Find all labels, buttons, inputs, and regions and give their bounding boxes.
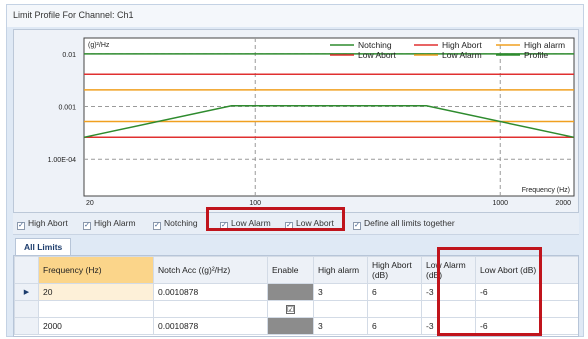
window-title: Limit Profile For Channel: Ch1: [13, 10, 134, 20]
table-corner[interactable]: [14, 256, 39, 284]
notching-option[interactable]: ✓ Notching: [153, 218, 198, 230]
tab-all-limits[interactable]: All Limits: [15, 238, 72, 255]
y-tick-label: 0.001: [58, 105, 76, 112]
high-abort-cell[interactable]: 6: [367, 283, 422, 301]
enable-cell[interactable]: [267, 283, 314, 301]
high-abort-label: High Abort: [28, 218, 68, 228]
low-alarm-cell[interactable]: [421, 300, 476, 318]
high-abort-option[interactable]: ✓ High Abort: [17, 218, 68, 230]
legend-label: Low Abort: [358, 50, 396, 60]
limit-profile-window: Limit Profile For Channel: Ch1 0.01 0.001…: [6, 4, 584, 337]
low-abort-label: Low Abort: [296, 218, 334, 228]
table-row[interactable]: ☑: [14, 300, 578, 318]
header-low-abort[interactable]: Low Abort (dB): [475, 256, 578, 284]
high-alarm-cell[interactable]: 3: [313, 317, 368, 335]
x-axis-label: Frequency (Hz): [522, 187, 570, 194]
legend-label: High Abort: [442, 40, 482, 50]
x-tick-label: 20: [86, 200, 94, 207]
frequency-cell[interactable]: [38, 300, 154, 318]
checkbox-icon[interactable]: ✓: [285, 222, 293, 230]
x-tick-label: 100: [249, 200, 261, 207]
high-alarm-label: High Alarm: [94, 218, 136, 228]
row-header: [14, 317, 39, 335]
y-tick-label: 0.01: [62, 52, 76, 59]
checkbox-icon[interactable]: ✓: [353, 222, 361, 230]
low-abort-cell[interactable]: -6: [475, 317, 578, 335]
row-header: [14, 300, 39, 318]
notch-acc-cell[interactable]: 0.0010878: [153, 283, 268, 301]
high-abort-cell[interactable]: 6: [367, 317, 422, 335]
x-tick-label: 1000: [492, 200, 508, 207]
low-abort-cell[interactable]: [475, 300, 578, 318]
notch-acc-cell[interactable]: 0.0010878: [153, 317, 268, 335]
limit-options-bar: ✓ High Abort ✓ High Alarm ✓ Notching ✓ Low A…: [13, 213, 579, 235]
x-tick-label: 2000: [555, 200, 571, 207]
high-alarm-cell[interactable]: 3: [313, 283, 368, 301]
y-tick-label: 1.00E-04: [48, 157, 77, 164]
notching-label: Notching: [164, 218, 198, 228]
high-abort-cell[interactable]: [367, 300, 422, 318]
header-low-alarm[interactable]: Low Alarm (dB): [421, 256, 476, 284]
high-alarm-option[interactable]: ✓ High Alarm: [83, 218, 136, 230]
low-abort-cell[interactable]: -6: [475, 283, 578, 301]
enable-cell[interactable]: ☑: [267, 300, 314, 318]
tab-strip: All Limits: [13, 237, 579, 255]
notch-acc-cell[interactable]: [153, 300, 268, 318]
low-abort-option[interactable]: ✓ Low Abort: [285, 218, 334, 230]
legend-label: Low Alarm: [442, 50, 482, 60]
checkbox-icon[interactable]: ✓: [153, 222, 161, 230]
checkbox-icon[interactable]: ✓: [220, 222, 228, 230]
header-high-abort[interactable]: High Abort (dB): [367, 256, 422, 284]
low-alarm-cell[interactable]: -3: [421, 317, 476, 335]
table-row[interactable]: 2000 0.0010878 3 6 -3 -6: [14, 317, 578, 335]
table-row[interactable]: ▶ 20 0.0010878 3 6 -3 -6: [14, 283, 578, 301]
high-alarm-cell[interactable]: [313, 300, 368, 318]
legend-label: High alarm: [524, 40, 565, 50]
header-frequency[interactable]: Frequency (Hz): [38, 256, 154, 284]
define-all-option[interactable]: ✓ Define all limits together: [353, 218, 455, 230]
legend-label: Profile: [524, 50, 548, 60]
header-high-alarm[interactable]: High alarm: [313, 256, 368, 284]
low-alarm-option[interactable]: ✓ Low Alarm: [220, 218, 271, 230]
enable-cell[interactable]: [267, 317, 314, 335]
y-axis-label: (g)²/Hz: [88, 42, 110, 49]
enable-checkbox-icon[interactable]: ☑: [286, 305, 295, 314]
header-notch-acc[interactable]: Notch Acc ((g)²/Hz): [153, 256, 268, 284]
legend-label: Notching: [358, 40, 392, 50]
plot-frame: 0.01 0.001 1.00E-04 20 100 1000 2000 (g)²/Hz Fre…: [13, 29, 579, 213]
low-alarm-label: Low Alarm: [231, 218, 271, 228]
checkbox-icon[interactable]: ✓: [83, 222, 91, 230]
define-all-label: Define all limits together: [364, 218, 455, 228]
frequency-cell[interactable]: 2000: [38, 317, 154, 335]
current-row-marker: ▶: [14, 283, 39, 301]
limits-table: Frequency (Hz) Notch Acc ((g)²/Hz) Enabl…: [13, 255, 579, 337]
table-header-row: Frequency (Hz) Notch Acc ((g)²/Hz) Enabl…: [14, 256, 578, 284]
limit-chart: 0.01 0.001 1.00E-04 20 100 1000 2000 (g)²/Hz Fre…: [48, 37, 575, 207]
low-alarm-cell[interactable]: -3: [421, 283, 476, 301]
title-bar: Limit Profile For Channel: Ch1: [7, 5, 583, 27]
checkbox-icon[interactable]: ✓: [17, 222, 25, 230]
header-enable[interactable]: Enable: [267, 256, 314, 284]
frequency-cell[interactable]: 20: [38, 283, 154, 301]
